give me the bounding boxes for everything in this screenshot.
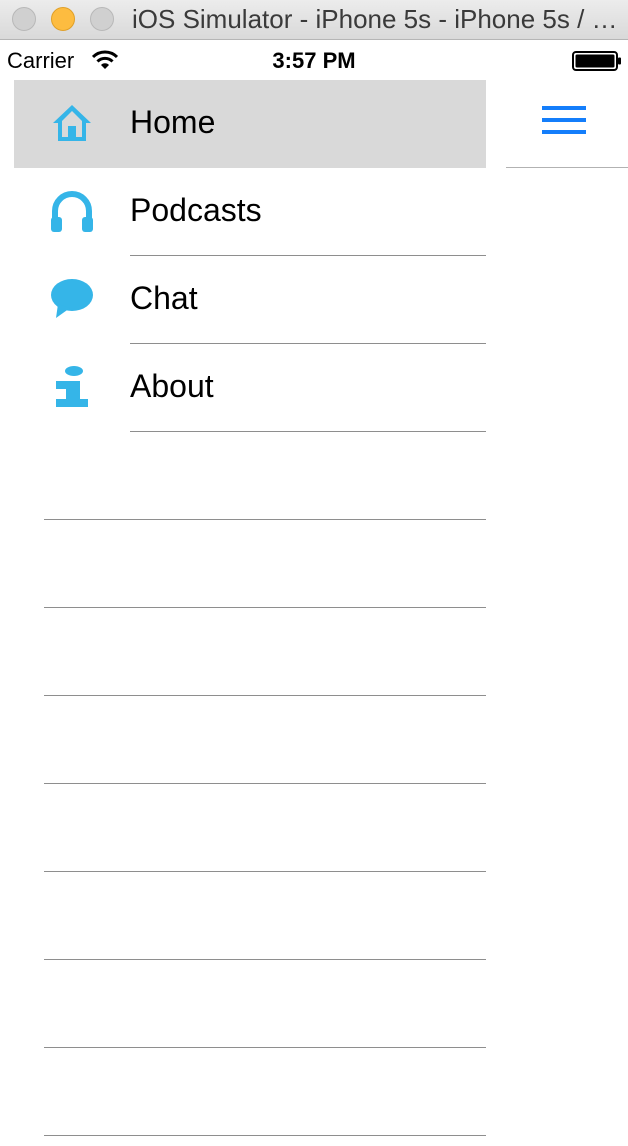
window-title: iOS Simulator - iPhone 5s - iPhone 5s / … (132, 4, 622, 34)
empty-row (14, 608, 486, 696)
empty-row (14, 696, 486, 784)
menu-item-chat[interactable]: Chat (14, 256, 486, 344)
window-minimize-button[interactable] (51, 7, 75, 31)
empty-row (14, 960, 486, 1048)
navigation-bar (506, 80, 628, 168)
chat-bubble-icon (50, 276, 94, 322)
empty-row (14, 1048, 486, 1136)
headphones-icon (50, 188, 94, 234)
battery-icon (572, 51, 621, 71)
menu-item-home[interactable]: Home (14, 80, 486, 168)
info-icon (50, 364, 94, 410)
window-close-button[interactable] (12, 7, 36, 31)
row-separator (44, 1135, 486, 1136)
menu-item-label: Home (130, 104, 216, 140)
window-zoom-button[interactable] (90, 7, 114, 31)
main-content-peek (506, 80, 628, 1146)
empty-row (14, 872, 486, 960)
menu-item-label: Podcasts (130, 192, 262, 228)
menu-item-podcasts[interactable]: Podcasts (14, 168, 486, 256)
empty-row (14, 784, 486, 872)
simulator-window: iOS Simulator - iPhone 5s - iPhone 5s / … (0, 0, 628, 1146)
home-icon (50, 100, 94, 146)
empty-row (14, 432, 486, 520)
menu-item-label: About (130, 368, 214, 404)
menu-item-about[interactable]: About (14, 344, 486, 432)
side-menu: Home Podcasts Chat About (14, 80, 486, 1136)
menu-item-label: Chat (130, 280, 198, 316)
empty-row (14, 520, 486, 608)
hamburger-icon (542, 106, 586, 134)
menu-toggle-button[interactable] (536, 102, 592, 146)
ios-status-bar: Carrier 3:57 PM (0, 40, 628, 80)
window-title-bar: iOS Simulator - iPhone 5s - iPhone 5s / … (0, 0, 628, 40)
status-time: 3:57 PM (272, 48, 356, 73)
